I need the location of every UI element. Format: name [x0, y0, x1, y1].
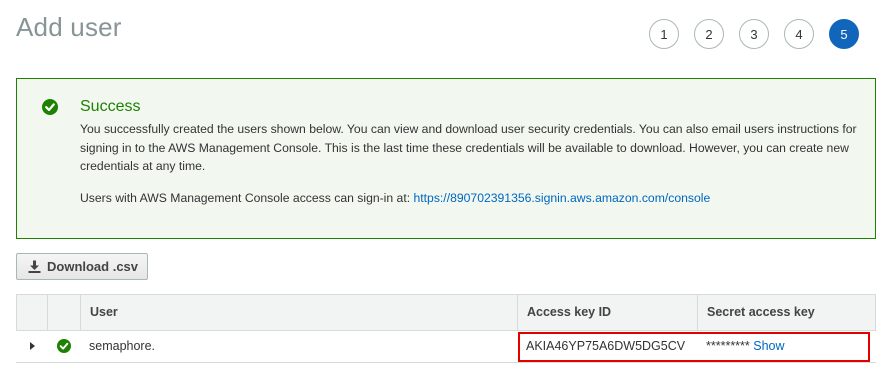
- secret-masked-value: *********: [706, 339, 750, 353]
- add-user-page: Add user 1 2 3 4 5 Success You successfu…: [0, 0, 892, 379]
- column-separator: [47, 295, 48, 330]
- step-5[interactable]: 5: [829, 19, 859, 49]
- check-circle-icon: [42, 99, 58, 115]
- expand-row-icon[interactable]: [30, 342, 35, 350]
- signin-url-link[interactable]: https://890702391356.signin.aws.amazon.c…: [414, 191, 711, 205]
- check-circle-icon: [57, 339, 71, 353]
- step-4[interactable]: 4: [784, 19, 814, 49]
- success-title: Success: [80, 98, 141, 115]
- secret-access-key-cell: ********* Show: [706, 331, 785, 362]
- wizard-steps: 1 2 3 4 5: [649, 19, 859, 49]
- table-header: User Access key ID Secret access key: [16, 294, 876, 331]
- success-alert: Success You successfully created the use…: [16, 78, 876, 239]
- credentials-table: User Access key ID Secret access key sem…: [16, 294, 876, 363]
- download-csv-label: Download .csv: [47, 259, 139, 274]
- access-key-id-cell: AKIA46YP75A6DW5DG5CV: [526, 339, 686, 353]
- step-1[interactable]: 1: [649, 19, 679, 49]
- success-message: You successfully created the users shown…: [80, 122, 857, 173]
- show-secret-link[interactable]: Show: [753, 339, 784, 353]
- column-header-user[interactable]: User: [81, 295, 517, 330]
- table-row: semaphore. AKIA46YP75A6DW5DG5CV ********…: [16, 331, 876, 363]
- download-csv-button[interactable]: Download .csv: [16, 253, 148, 280]
- column-header-secret-access-key[interactable]: Secret access key: [698, 295, 875, 330]
- page-title: Add user: [16, 12, 122, 42]
- user-name-cell: semaphore.: [89, 339, 156, 353]
- step-3[interactable]: 3: [739, 19, 769, 49]
- signin-info: Users with AWS Management Console access…: [80, 189, 710, 207]
- download-icon: [28, 260, 41, 273]
- step-2[interactable]: 2: [694, 19, 724, 49]
- signin-prefix: Users with AWS Management Console access…: [80, 191, 411, 205]
- column-header-access-key-id[interactable]: Access key ID: [518, 295, 697, 330]
